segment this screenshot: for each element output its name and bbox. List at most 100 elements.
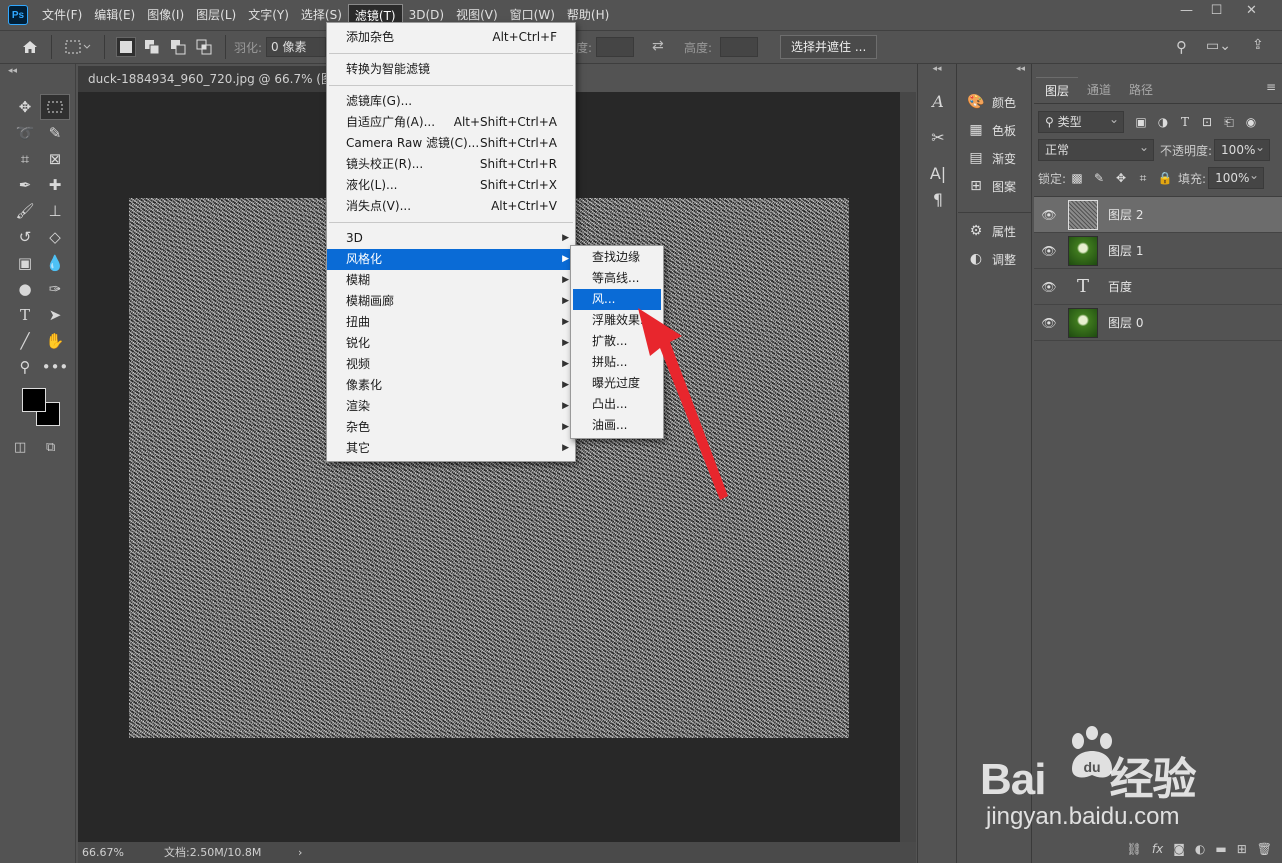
filter-menu-item[interactable]: 转换为智能滤镜 <box>327 59 575 80</box>
share-icon[interactable]: ⇪ <box>1252 37 1264 53</box>
lock-position-icon[interactable]: ✥ <box>1110 171 1132 185</box>
paragraph-icon[interactable]: ¶ <box>918 186 958 212</box>
height-input[interactable] <box>720 37 758 57</box>
intersect-selection-icon[interactable] <box>194 37 214 57</box>
stylize-submenu-item[interactable]: 油画... <box>573 415 661 436</box>
menu-layer[interactable]: 图层(L) <box>190 4 242 26</box>
lock-artboard-icon[interactable]: ⌗ <box>1132 171 1154 186</box>
filter-menu-item[interactable]: 其它 ▶ <box>327 438 575 459</box>
pen-tool-icon[interactable]: ✑ <box>40 276 70 302</box>
more-tools-icon[interactable]: ••• <box>40 354 70 380</box>
filter-menu-item[interactable]: 镜头校正(R)... Shift+Ctrl+R <box>327 154 575 175</box>
select-and-mask-button[interactable]: 选择并遮住 ... <box>780 35 878 59</box>
menu-image[interactable]: 图像(I) <box>141 4 190 26</box>
fx-icon[interactable]: fx <box>1152 842 1163 856</box>
healing-brush-tool-icon[interactable]: ✚ <box>40 172 70 198</box>
minimize-icon[interactable]: — <box>1170 0 1203 22</box>
layer-row[interactable]: 👁 图层 0 <box>1034 305 1282 341</box>
frame-tool-icon[interactable]: ⊠ <box>40 146 70 172</box>
filter-menu-item[interactable]: 视频 ▶ <box>327 354 575 375</box>
panel-gradients[interactable]: ▤ 渐变 <box>958 144 1031 172</box>
lock-all-icon[interactable]: 🔒 <box>1154 171 1176 185</box>
panel-color[interactable]: 🎨 颜色 <box>958 88 1031 116</box>
new-group-icon[interactable]: ▬ <box>1215 842 1226 856</box>
add-mask-icon[interactable]: ◙ <box>1173 842 1185 856</box>
history-brush-tool-icon[interactable]: ↺ <box>10 224 40 250</box>
layer-row[interactable]: 👁 T 百度 <box>1034 269 1282 305</box>
link-layers-icon[interactable]: ⛓ <box>1127 842 1142 856</box>
rect-marquee-tool-icon[interactable] <box>40 94 70 120</box>
home-icon[interactable] <box>20 37 40 57</box>
filter-menu-item[interactable]: 添加杂色 Alt+Ctrl+F <box>327 27 575 48</box>
filter-pixel-icon[interactable]: ▣ <box>1130 115 1152 129</box>
vertical-scrollbar[interactable] <box>900 92 916 842</box>
collapse-icon[interactable]: ◂◂ <box>8 66 17 76</box>
marquee-tool-icon[interactable] <box>63 37 93 57</box>
dodge-tool-icon[interactable]: ● <box>10 276 40 302</box>
layer-row[interactable]: 👁 图层 2 <box>1034 197 1282 233</box>
screen-mode-icon[interactable]: ⧉ <box>46 440 55 455</box>
color-swatches[interactable] <box>20 386 62 430</box>
stylize-submenu-item[interactable]: 凸出... <box>573 394 661 415</box>
move-tool-icon[interactable]: ✥ <box>10 94 40 120</box>
layer-row[interactable]: 👁 图层 1 <box>1034 233 1282 269</box>
eye-icon[interactable]: 👁 <box>1034 208 1064 222</box>
panel-swatches[interactable]: ▦ 色板 <box>958 116 1031 144</box>
gradient-tool-icon[interactable]: ▣ <box>10 250 40 276</box>
line-tool-icon[interactable]: ╱ <box>10 328 40 354</box>
panel-patterns[interactable]: ⊞ 图案 <box>958 172 1031 200</box>
foreground-color[interactable] <box>22 388 46 412</box>
status-arrow-icon[interactable]: › <box>298 842 302 863</box>
opacity-input[interactable]: 100% <box>1214 137 1271 161</box>
filter-menu-item[interactable]: 模糊画廊 ▶ <box>327 291 575 312</box>
panel-adjustments[interactable]: ◐ 调整 <box>958 245 1031 273</box>
add-selection-icon[interactable] <box>142 37 162 57</box>
stamp-tool-icon[interactable]: ⊥ <box>40 198 70 224</box>
panel-menu-icon[interactable]: ≡ <box>1266 80 1276 94</box>
tool-presets-icon[interactable]: ✂ <box>918 124 958 150</box>
eyedropper-tool-icon[interactable]: ✒ <box>10 172 40 198</box>
filter-type-icon[interactable]: T <box>1174 115 1196 129</box>
filter-menu-item[interactable]: 消失点(V)... Alt+Ctrl+V <box>327 196 575 217</box>
stylize-submenu-item[interactable]: 拼贴... <box>573 352 661 373</box>
eye-icon[interactable]: 👁 <box>1034 316 1064 330</box>
zoom-level[interactable]: 66.67% <box>82 842 124 863</box>
subtract-selection-icon[interactable] <box>168 37 188 57</box>
crop-tool-icon[interactable]: ⌗ <box>10 146 40 172</box>
filter-menu-item[interactable]: 3D ▶ <box>327 228 575 249</box>
filter-menu-item[interactable]: 滤镜库(G)... <box>327 91 575 112</box>
stylize-submenu-item[interactable]: 等高线... <box>573 268 661 289</box>
filter-menu-item[interactable]: 锐化 ▶ <box>327 333 575 354</box>
lock-transparent-icon[interactable]: ▩ <box>1066 171 1088 185</box>
tab-layers[interactable]: 图层 <box>1036 77 1079 103</box>
layer-filter-select[interactable]: ⚲ 类型 <box>1038 109 1124 133</box>
tab-channels[interactable]: 通道 <box>1078 77 1120 103</box>
eye-icon[interactable]: 👁 <box>1034 280 1064 294</box>
stylize-submenu-item[interactable]: 风... <box>573 289 661 310</box>
filter-smart-icon[interactable]: ⎗ <box>1218 115 1240 130</box>
type-tool-icon[interactable]: T <box>10 302 40 328</box>
menu-file[interactable]: 文件(F) <box>36 4 88 26</box>
zoom-tool-icon[interactable]: ⚲ <box>10 354 40 380</box>
filter-menu-item[interactable]: 液化(L)... Shift+Ctrl+X <box>327 175 575 196</box>
menu-type[interactable]: 文字(Y) <box>242 4 295 26</box>
character-icon[interactable]: A| <box>918 160 958 186</box>
quick-select-tool-icon[interactable]: ✎ <box>40 120 70 146</box>
filter-menu-item[interactable]: 风格化 ▶ <box>327 249 575 270</box>
filter-menu-item[interactable]: 扭曲 ▶ <box>327 312 575 333</box>
feather-input[interactable]: 0 像素 <box>266 37 327 57</box>
filter-menu-item[interactable]: 像素化 ▶ <box>327 375 575 396</box>
filter-menu-item[interactable]: 模糊 ▶ <box>327 270 575 291</box>
width-input[interactable] <box>596 37 634 57</box>
workspace-icon[interactable]: ▭⌄ <box>1206 38 1231 54</box>
blur-tool-icon[interactable]: 💧 <box>40 250 70 276</box>
delete-layer-icon[interactable]: 🗑 <box>1257 842 1272 856</box>
stylize-submenu-item[interactable]: 查找边缘 <box>573 247 661 268</box>
eye-icon[interactable]: 👁 <box>1034 244 1064 258</box>
swap-icon[interactable]: ⇄ <box>652 38 664 54</box>
filter-toggle-icon[interactable]: ◉ <box>1240 115 1262 129</box>
filter-shape-icon[interactable]: ⊡ <box>1196 115 1218 129</box>
menu-edit[interactable]: 编辑(E) <box>88 4 141 26</box>
new-layer-icon[interactable]: ⊞ <box>1237 842 1247 856</box>
character-style-icon[interactable]: A <box>918 88 958 114</box>
